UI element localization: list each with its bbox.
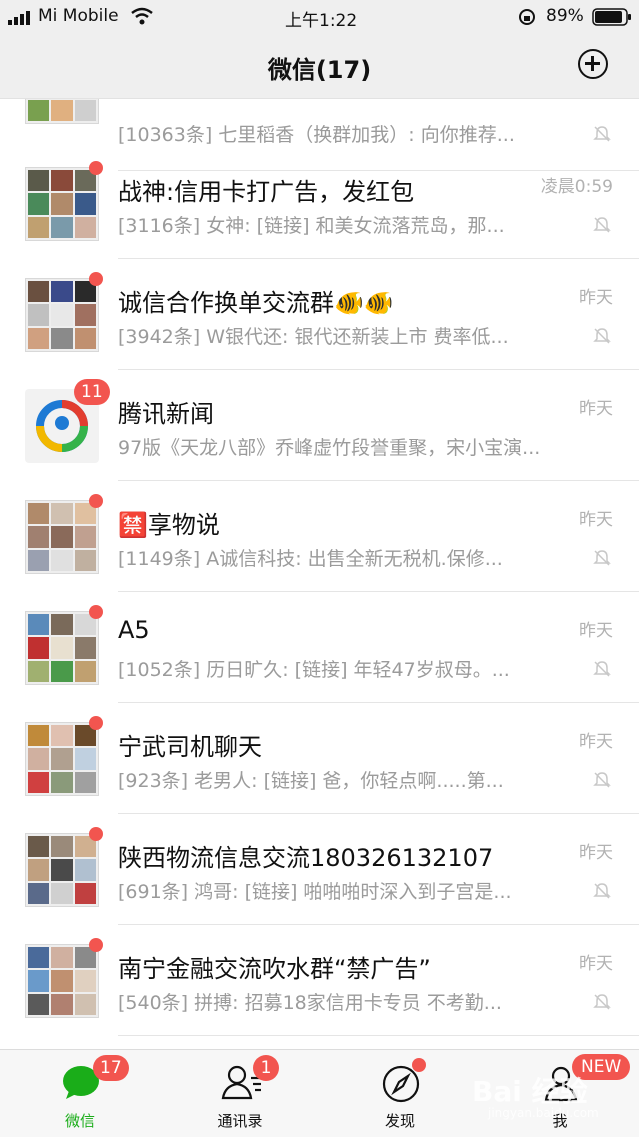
chat-time: 昨天 xyxy=(579,843,613,863)
chat-row[interactable]: A5 昨天 [1052条] 历日旷久: [链接] 年轻47岁叔母。... xyxy=(0,592,639,703)
battery-percent: 89% xyxy=(546,6,584,26)
chat-time: 昨天 xyxy=(579,288,613,308)
chat-time: 昨天 xyxy=(579,732,613,752)
chat-row[interactable]: 陕西物流信息交流180326132107 昨天 [691条] 鸿哥: [链接] … xyxy=(0,814,639,925)
chat-title: 🈲享物说 xyxy=(118,511,220,539)
chat-preview: [10363条] 七里稻香（换群加我）: 向你推荐... xyxy=(118,124,515,146)
add-icon[interactable] xyxy=(578,49,608,79)
tab-label: 发现 xyxy=(384,1112,415,1130)
group-avatar xyxy=(25,611,99,685)
chat-time: 昨天 xyxy=(579,621,613,641)
mute-icon xyxy=(593,883,611,899)
chat-title: 南宁金融交流吹水群“禁广告” xyxy=(118,955,431,983)
baidu-watermark: Bai 经验 xyxy=(472,1075,588,1108)
group-avatar xyxy=(25,99,99,124)
chat-title: 陕西物流信息交流180326132107 xyxy=(118,844,494,872)
carrier-name: Mi Mobile xyxy=(38,6,119,26)
chat-preview: [3942条] W银代还: 银代还新装上市 费率低... xyxy=(118,326,509,348)
group-avatar xyxy=(25,500,99,574)
mute-icon xyxy=(593,328,611,344)
chat-title: 战神:信用卡打广告，发红包 xyxy=(118,178,415,206)
unread-dot xyxy=(89,716,103,730)
mute-icon xyxy=(593,217,611,233)
tab-badge: 1 xyxy=(253,1055,279,1081)
tab-dot xyxy=(412,1058,426,1072)
chat-time: 昨天 xyxy=(579,399,613,419)
chat-preview: [3116条] 女神: [链接] 和美女流落荒岛，那... xyxy=(118,215,505,237)
unread-dot xyxy=(89,827,103,841)
chat-title: 腾讯新闻 xyxy=(118,400,214,428)
chat-preview: [540条] 拼搏: 招募18家信用卡专员 不考勤... xyxy=(118,992,502,1014)
wifi-icon xyxy=(130,7,154,30)
rotation-lock-icon xyxy=(518,8,536,31)
mute-icon xyxy=(593,126,611,142)
chat-list[interactable]: [10363条] 七里稻香（换群加我）: 向你推荐... 战神:信用卡打广告，发… xyxy=(0,99,639,1049)
unread-dot xyxy=(89,272,103,286)
chat-row[interactable]: 诚信合作换单交流群🐠🐠 昨天 [3942条] W银代还: 银代还新装上市 费率低… xyxy=(0,259,639,370)
chat-title: 宁武司机聊天 xyxy=(118,733,262,761)
chat-preview: [1052条] 历日旷久: [链接] 年轻47岁叔母。... xyxy=(118,659,510,681)
mute-icon xyxy=(593,994,611,1010)
chat-row[interactable]: 宁武司机聊天 昨天 [923条] 老男人: [链接] 爸，你轻点啊.....第.… xyxy=(0,703,639,814)
chat-row[interactable]: 11 腾讯新闻 昨天 97版《天龙八部》乔峰虚竹段誉重聚，宋小宝演... xyxy=(0,370,639,481)
signal-icon xyxy=(8,10,34,30)
chat-row[interactable]: 南宁金融交流吹水群“禁广告” 昨天 [540条] 拼搏: 招募18家信用卡专员 … xyxy=(0,925,639,1036)
page-title: 微信(17) xyxy=(267,56,372,84)
chat-time: 凌晨0:59 xyxy=(540,177,613,197)
clock: 上午1:22 xyxy=(285,11,358,31)
nav-bar: 微信(17) xyxy=(0,34,639,99)
mute-icon xyxy=(593,550,611,566)
group-avatar xyxy=(25,944,99,1018)
chat-title: 诚信合作换单交流群🐠🐠 xyxy=(118,289,394,317)
chat-preview: [691条] 鸿哥: [链接] 啪啪啪时深入到子宫是... xyxy=(118,881,512,903)
unread-dot xyxy=(89,161,103,175)
tab-chats[interactable]: 17 微信 xyxy=(20,1050,140,1137)
chat-time: 昨天 xyxy=(579,954,613,974)
tab-discover[interactable]: 发现 xyxy=(340,1050,460,1137)
group-avatar xyxy=(25,722,99,796)
unread-count-badge: 11 xyxy=(74,379,110,405)
tab-label: 微信 xyxy=(64,1112,95,1130)
mute-icon xyxy=(593,661,611,677)
chat-time: 昨天 xyxy=(579,510,613,530)
battery-icon xyxy=(592,8,632,31)
group-avatar xyxy=(25,278,99,352)
tab-contacts[interactable]: 1 通讯录 xyxy=(180,1050,300,1137)
chat-preview: [1149条] A诚信科技: 出售全新无税机.保修... xyxy=(118,548,503,570)
chat-row[interactable]: 战神:信用卡打广告，发红包 凌晨0:59 [3116条] 女神: [链接] 和美… xyxy=(0,148,639,259)
unread-dot xyxy=(89,938,103,952)
tab-label: 通讯录 xyxy=(217,1112,263,1130)
group-avatar xyxy=(25,167,99,241)
group-avatar xyxy=(25,833,99,907)
baidu-watermark-url: jingyan.baidu.com xyxy=(488,1106,599,1120)
chat-title: A5 xyxy=(118,616,150,644)
chat-preview: [923条] 老男人: [链接] 爸，你轻点啊.....第... xyxy=(118,770,504,792)
tab-badge: 17 xyxy=(93,1055,129,1081)
status-bar: Mi Mobile 上午1:22 89% xyxy=(0,0,639,34)
unread-dot xyxy=(89,605,103,619)
chat-row[interactable]: 🈲享物说 昨天 [1149条] A诚信科技: 出售全新无税机.保修... xyxy=(0,481,639,592)
chat-preview: 97版《天龙八部》乔峰虚竹段誉重聚，宋小宝演... xyxy=(118,437,541,459)
mute-icon xyxy=(593,772,611,788)
unread-dot xyxy=(89,494,103,508)
